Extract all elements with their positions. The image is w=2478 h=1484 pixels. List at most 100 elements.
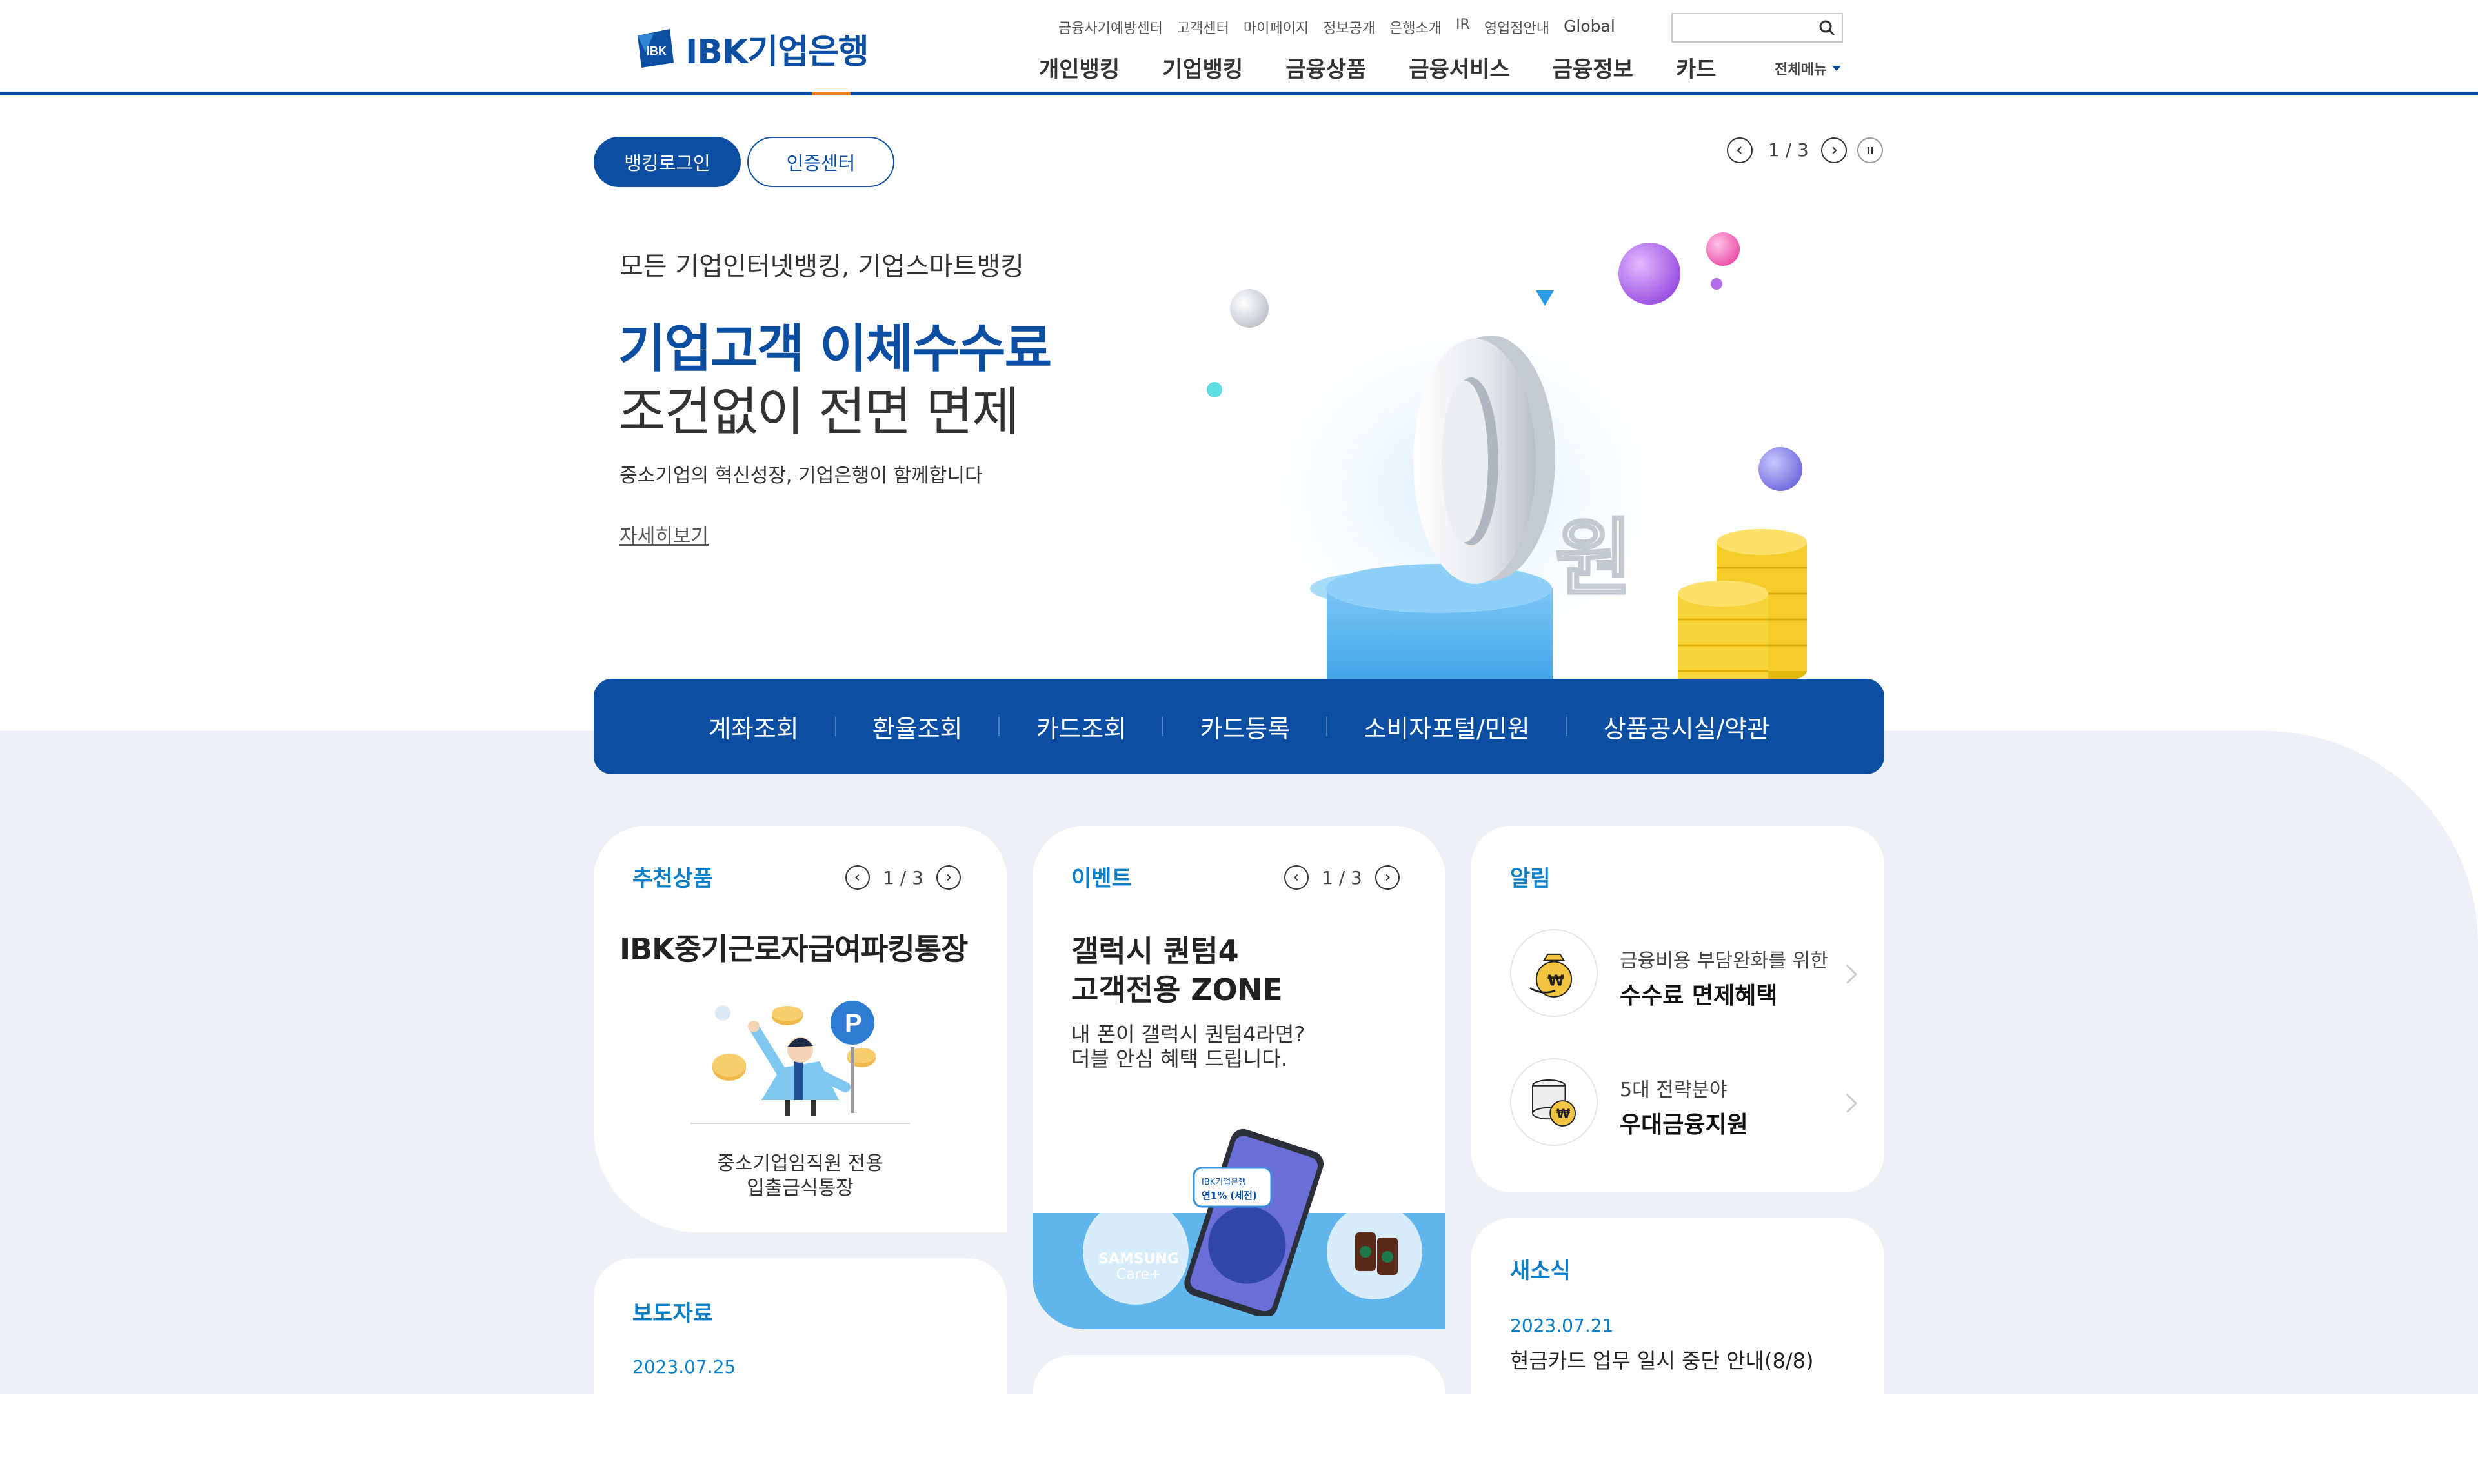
event-next-button[interactable] <box>1375 865 1400 890</box>
event-title: 이벤트 <box>1071 866 1132 892</box>
svg-text:₩: ₩ <box>1556 1107 1571 1121</box>
quick-menu-consumer-portal[interactable]: 소비자포털/민원 <box>1327 709 1566 745</box>
svg-text:IBK기업은행: IBK기업은행 <box>1202 1177 1246 1187</box>
svg-text:P: P <box>845 1009 862 1038</box>
notice-item-small-text: 5대 전략분야 <box>1620 1079 1728 1101</box>
banking-login-button[interactable]: 뱅킹로그인 <box>594 137 741 187</box>
notice-icon-wrap: ₩ <box>1510 929 1598 1017</box>
recommend-card: 추천상품 1 / 3 IBK중기근로자급여파킹통장 P 중소기업임직원 전용 입… <box>594 826 1007 1232</box>
svg-text:SAMSUNG: SAMSUNG <box>1098 1251 1179 1267</box>
hero-description: 중소기업의 혁신성장, 기업은행이 함께합니다 <box>620 465 983 487</box>
nav-financial-info[interactable]: 금융정보 <box>1553 52 1633 83</box>
coin-stack-icon: ₩ <box>1532 1079 1576 1127</box>
recommend-prev-button[interactable] <box>845 865 870 890</box>
zero-fee-illustration: 원 <box>1207 232 1807 684</box>
recommend-desc-line2: 입출금식통장 <box>747 1177 854 1199</box>
all-menu-button[interactable]: 전체메뉴 <box>1775 58 1841 79</box>
util-link-ir[interactable]: IR <box>1456 17 1470 37</box>
nav-personal-banking[interactable]: 개인뱅킹 <box>1039 52 1120 83</box>
nav-financial-services[interactable]: 금융서비스 <box>1409 52 1509 83</box>
quick-menu-card-register[interactable]: 카드등록 <box>1163 709 1326 745</box>
nav-corporate-banking[interactable]: 기업뱅킹 <box>1162 52 1243 83</box>
hero-subtitle: 모든 기업인터넷뱅킹, 기업스마트뱅킹 <box>620 252 1024 281</box>
event-prev-button[interactable] <box>1284 865 1309 890</box>
certificate-center-button[interactable]: 인증센터 <box>747 137 894 187</box>
notice-item-small-text: 금융비용 부담완화를 위한 <box>1620 950 1828 972</box>
hero-prev-button[interactable] <box>1727 137 1753 163</box>
chevron-left-icon <box>1294 874 1298 881</box>
svg-text:연1% (세전): 연1% (세전) <box>1202 1190 1257 1201</box>
logo[interactable]: IBK IBK기업은행 <box>632 26 869 72</box>
svg-text:IBK: IBK <box>647 45 667 57</box>
main-navigation: 개인뱅킹 기업뱅킹 금융상품 금융서비스 금융정보 카드 <box>1039 52 1758 83</box>
quick-menu-exchange-rate[interactable]: 환율조회 <box>836 709 999 745</box>
util-link-disclosure[interactable]: 정보공개 <box>1323 17 1375 37</box>
news-card: 새소식 2023.07.21 현금카드 업무 일시 중단 안내(8/8) <box>1471 1218 1884 1476</box>
logo-text: IBK기업은행 <box>685 32 869 72</box>
event-headline-line1: 갤럭시 퀀텀4 <box>1071 934 1239 968</box>
search-icon[interactable] <box>1818 19 1835 36</box>
util-link-mypage[interactable]: 마이페이지 <box>1244 17 1309 37</box>
nav-financial-products[interactable]: 금융상품 <box>1285 52 1366 83</box>
hero-next-button[interactable] <box>1821 137 1847 163</box>
hero-more-link[interactable]: 자세히보기 <box>620 520 709 548</box>
money-bag-icon: ₩ <box>1529 953 1573 998</box>
hero-pause-button[interactable] <box>1857 137 1883 163</box>
event-pager: 1 / 3 <box>1284 863 1400 892</box>
pause-icon <box>1868 147 1873 154</box>
chevron-down-icon <box>1831 66 1841 71</box>
util-link-fraud[interactable]: 금융사기예방센터 <box>1058 17 1163 37</box>
quick-menu-account-inquiry[interactable]: 계좌조회 <box>672 709 835 745</box>
chevron-left-icon <box>855 874 860 881</box>
notice-item-fee-waiver[interactable]: ₩ 금융비용 부담완화를 위한 수수료 면제혜택 <box>1510 923 1858 1019</box>
util-link-customer-center[interactable]: 고객센터 <box>1177 17 1229 37</box>
hero-title-line2: 조건없이 전면 면제 <box>618 382 1020 442</box>
utility-links: 금융사기예방센터 고객센터 마이페이지 정보공개 은행소개 IR 영업점안내 G… <box>1058 17 1615 37</box>
recommend-divider <box>690 1123 910 1124</box>
notice-item-big-text: 우대금융지원 <box>1620 1112 1748 1138</box>
hero-pager-text: 1 / 3 <box>1768 139 1809 161</box>
chevron-left-icon <box>1737 146 1742 154</box>
chevron-right-icon <box>1846 964 1858 985</box>
ibk-logo-icon: IBK <box>638 29 674 68</box>
chevron-right-icon <box>1846 1093 1858 1114</box>
all-menu-label: 전체메뉴 <box>1775 62 1827 78</box>
search-input[interactable] <box>1671 13 1843 43</box>
chevron-right-icon <box>1832 146 1837 154</box>
parking-account-illustration: P <box>712 998 877 1116</box>
svg-text:Care+: Care+ <box>1116 1267 1161 1283</box>
press-title: 보도자료 <box>632 1301 714 1327</box>
nav-card[interactable]: 카드 <box>1676 52 1717 83</box>
recommend-pager-text: 1 / 3 <box>883 867 923 888</box>
news-headline[interactable]: 현금카드 업무 일시 중단 안내(8/8) <box>1510 1345 1813 1374</box>
news-date: 2023.07.21 <box>1510 1315 1614 1336</box>
util-link-branch[interactable]: 영업점안내 <box>1484 17 1549 37</box>
chevron-right-icon <box>1385 874 1390 881</box>
util-link-about[interactable]: 은행소개 <box>1389 17 1442 37</box>
galaxy-phone-illustration: IBK기업은행 연1% (세전) SAMSUNG Care+ <box>1083 1128 1422 1316</box>
recommend-next-button[interactable] <box>936 865 961 890</box>
quick-menu-product-disclosure[interactable]: 상품공시실/약관 <box>1567 709 1806 745</box>
svg-text:원: 원 <box>1555 509 1633 607</box>
site-header: IBK IBK기업은행 금융사기예방센터 고객센터 마이페이지 정보공개 은행소… <box>0 0 2478 97</box>
event-card[interactable]: 이벤트 1 / 3 갤럭시 퀀텀4 고객전용 ZONE 내 폰이 갤럭시 퀀텀4… <box>1032 826 1446 1329</box>
press-card: 보도자료 2023.07.25 <box>594 1258 1007 1452</box>
news-title: 새소식 <box>1510 1258 1571 1284</box>
notice-card: 알림 ₩ 금융비용 부담완화를 위한 수수료 면제혜택 ₩ 5대 전략분야 우대… <box>1471 826 1884 1192</box>
bottom-card <box>1032 1355 1446 1484</box>
notice-icon-wrap: ₩ <box>1510 1058 1598 1146</box>
header-accent-bar <box>812 92 851 95</box>
quick-menu-card-inquiry[interactable]: 카드조회 <box>1000 709 1162 745</box>
recommend-title: 추천상품 <box>632 866 714 892</box>
quick-menu-bar: 계좌조회 환율조회 카드조회 카드등록 소비자포털/민원 상품공시실/약관 <box>594 679 1884 774</box>
notice-item-big-text: 수수료 면제혜택 <box>1620 983 1778 1009</box>
recommend-product-name[interactable]: IBK중기근로자급여파킹통장 <box>620 926 968 968</box>
notice-title: 알림 <box>1510 866 1551 892</box>
notice-item-preferential-finance[interactable]: ₩ 5대 전략분야 우대금융지원 <box>1510 1052 1858 1148</box>
press-date: 2023.07.25 <box>632 1356 736 1378</box>
chevron-right-icon <box>947 874 951 881</box>
header-divider <box>0 92 2478 95</box>
event-headline-line2: 고객전용 ZONE <box>1071 972 1283 1007</box>
event-pager-text: 1 / 3 <box>1322 867 1362 888</box>
util-link-global[interactable]: Global <box>1564 17 1615 37</box>
